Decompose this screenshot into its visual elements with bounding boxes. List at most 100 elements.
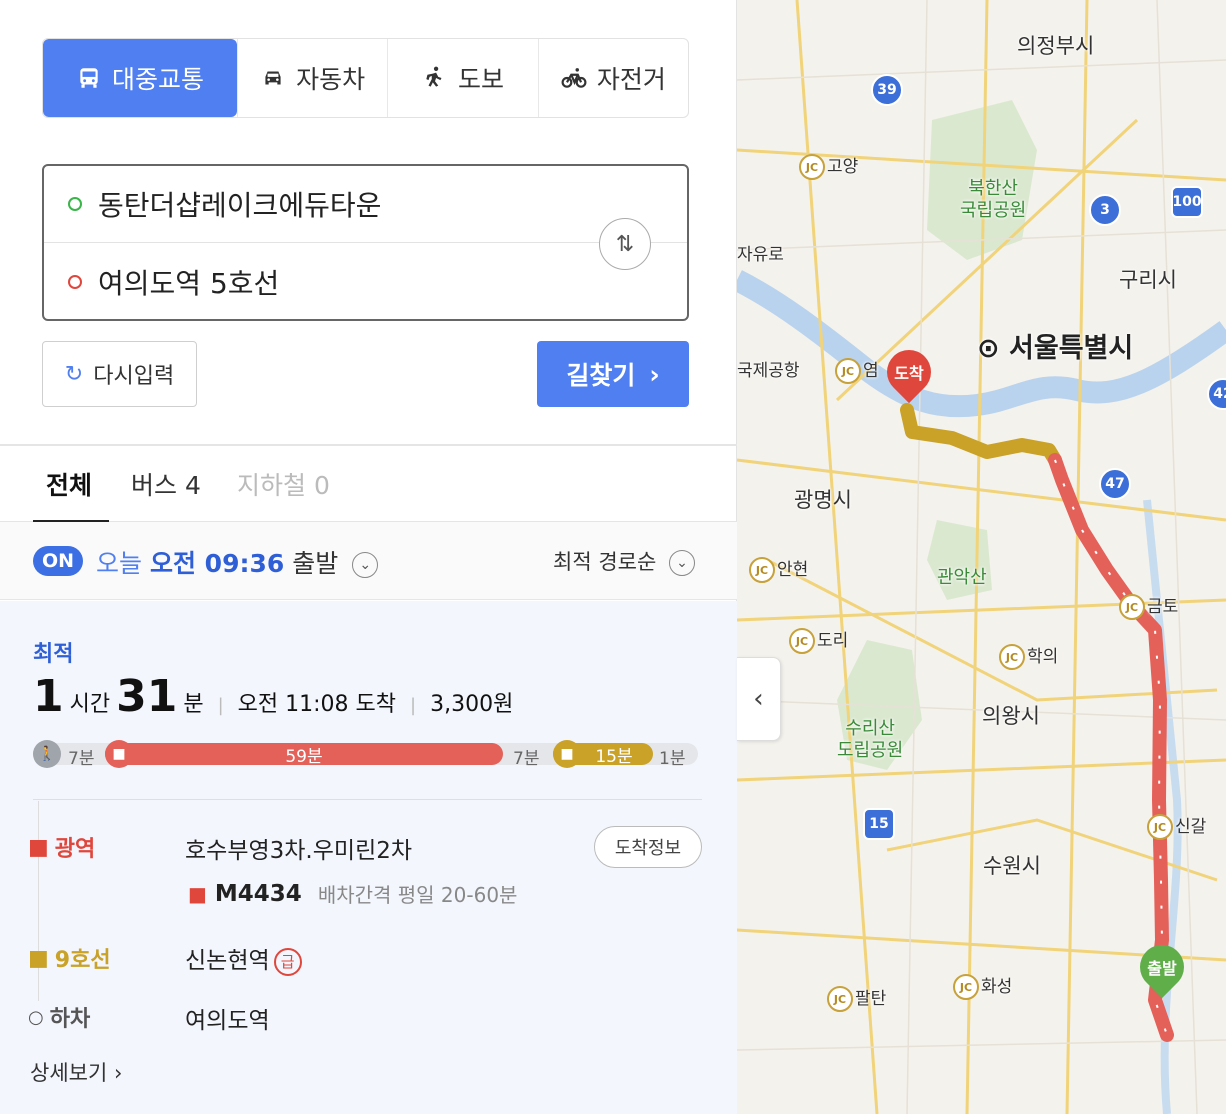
jc-icon: JC: [789, 628, 815, 654]
destination-field[interactable]: 여의도역 5호선: [44, 243, 687, 320]
reset-button[interactable]: ↻ 다시입력: [42, 341, 197, 407]
bus-icon: ■: [28, 834, 49, 860]
search-label: 길찾기: [566, 361, 636, 390]
segment-walk-label: 7분: [68, 749, 95, 769]
bus-icon: [80, 68, 98, 88]
boarding-stop[interactable]: 호수부영3차.우미린2차: [185, 831, 412, 865]
departure-time-selector[interactable]: 오늘 오전 09:36 출발 ⌄: [96, 544, 379, 580]
label-text: 화성: [981, 977, 1013, 997]
start-value: 동탄더샵레이크에듀타운: [98, 189, 382, 222]
subway-icon: ■: [553, 740, 581, 768]
destination-pin-label: 도착: [894, 364, 924, 383]
transfer-stop-name: 신논현역: [185, 948, 270, 974]
route-15-shield: 15: [863, 808, 895, 840]
map-label-goyang: JC 고양: [799, 152, 858, 180]
route-3-shield: 3: [1089, 194, 1121, 226]
step-subway: ■ 9호선: [28, 942, 111, 974]
tab-all[interactable]: 전체: [46, 466, 92, 502]
tab-subway[interactable]: 지하철 0: [237, 466, 330, 502]
bus-number: M4434: [214, 880, 302, 907]
route-summary: 1 시간 31 분 | 오전 11:08 도착 | 3,300원: [33, 671, 513, 722]
departure-time: 오전 09:36: [149, 549, 285, 578]
route-100-shield: 100: [1171, 186, 1203, 218]
step-mode: 하차: [49, 1007, 91, 1032]
destination-value: 여의도역 5호선: [98, 266, 280, 300]
arrival-info-button[interactable]: 도착정보: [594, 826, 702, 868]
label-text: 염: [863, 361, 879, 381]
step-alight: ○ 하차: [28, 1001, 90, 1033]
bus-icon: ■: [105, 740, 133, 768]
express-badge: 급: [273, 947, 302, 976]
walk-icon: 🚶: [33, 740, 61, 768]
refresh-icon: ↻: [64, 361, 84, 387]
subway-icon: ■: [28, 945, 49, 971]
chevron-right-icon: ›: [113, 1061, 123, 1085]
transport-mode-tabs: 대중교통 자동차 도보 자전거: [42, 38, 689, 118]
route-panel: 대중교통 자동차 도보 자전거 동탄더샵레이크에듀타운 여의도역 5호선 ⇅ ↻…: [0, 0, 737, 1114]
label-text: 서울특별시: [1009, 333, 1134, 364]
separator: |: [410, 695, 417, 716]
map-view[interactable]: 의정부시 JC 고양 북한산 국립공원 자유로 구리시 ⊙ 서울특별시 국제공항 …: [737, 0, 1226, 1114]
mode-tab-bicycle[interactable]: 자전거: [537, 39, 688, 117]
departure-prefix: 오늘: [96, 549, 143, 578]
map-label-surisan: 수리산 도립공원: [837, 718, 904, 761]
origin-pin[interactable]: 출발: [1130, 935, 1194, 1005]
jc-icon: JC: [835, 358, 861, 384]
mode-label: 자전거: [596, 65, 666, 94]
mode-label: 대중교통: [111, 65, 204, 94]
hours-unit: 시간: [69, 692, 111, 717]
jc-icon: JC: [1119, 594, 1145, 620]
divider: [33, 799, 702, 800]
realtime-toggle[interactable]: ON: [33, 546, 83, 576]
map-label-dori: JC 도리: [789, 626, 848, 654]
details-link[interactable]: 상세보기 ›: [30, 1057, 122, 1087]
map-label-hagui: JC 학의: [999, 642, 1058, 670]
jc-icon: JC: [953, 974, 979, 1000]
mode-tab-walk[interactable]: 도보: [387, 39, 537, 117]
map-label-anhyeon: JC 안현: [749, 555, 808, 583]
map-label-uiwang: 의왕시: [982, 704, 1040, 728]
transfer-stop[interactable]: 신논현역 급: [185, 941, 302, 976]
map-label-singal: JC 신갈: [1147, 812, 1206, 840]
search-route-button[interactable]: 길찾기 ›: [537, 341, 689, 407]
bus-line[interactable]: ■ M4434 배차간격 평일 20-60분: [188, 879, 517, 908]
tab-bus[interactable]: 버스 4: [131, 466, 201, 502]
circle-icon: ○: [28, 1006, 44, 1028]
map-label-geumto: JC 금토: [1119, 592, 1178, 620]
separator: |: [217, 695, 224, 716]
departure-time-row: ON 오늘 오전 09:36 출발 ⌄ 최적 경로순 ⌄: [0, 522, 737, 600]
bus-interval: 배차간격 평일 20-60분: [317, 883, 518, 907]
end-dot-icon: [68, 274, 82, 289]
departure-suffix: 출발: [292, 549, 339, 578]
mode-tab-car[interactable]: 자동차: [237, 39, 387, 117]
destination-pin[interactable]: 도착: [877, 340, 941, 410]
label-text: 금토: [1147, 597, 1179, 617]
mode-label: 자동차: [296, 65, 366, 94]
start-field[interactable]: 동탄더샵레이크에듀타운: [44, 166, 687, 243]
sort-selector[interactable]: 최적 경로순 ⌄: [553, 546, 695, 576]
swap-button[interactable]: ⇅: [599, 218, 651, 270]
jc-icon: JC: [799, 154, 825, 180]
origin-pin-label: 출발: [1147, 959, 1177, 978]
map-label-jayuro: 자유로: [737, 245, 784, 265]
route-39-shield: 39: [871, 74, 903, 106]
chevron-down-icon: ⌄: [669, 550, 695, 576]
duration-hours: 1: [33, 671, 64, 722]
mode-tab-transit[interactable]: 대중교통: [43, 39, 237, 117]
map-label-hwaseong: JC 화성: [953, 972, 1012, 1000]
map-label-paltan: JC 팔탄: [827, 984, 886, 1012]
chevron-left-icon: ‹: [753, 684, 764, 714]
route-result-card[interactable]: 최적 1 시간 31 분 | 오전 11:08 도착 | 3,300원 🚶 7분…: [0, 601, 737, 1114]
collapse-panel-button[interactable]: ‹: [737, 657, 781, 741]
label-text: 팔탄: [855, 989, 887, 1009]
map-label-uijeongbu: 의정부시: [1017, 34, 1095, 58]
fare: 3,300원: [430, 692, 514, 717]
step-mode: 9호선: [54, 948, 111, 973]
details-label: 상세보기: [30, 1061, 108, 1085]
alight-stop[interactable]: 여의도역: [185, 1001, 270, 1035]
walk-icon: [426, 66, 442, 87]
label-text: 안현: [777, 560, 809, 580]
reset-label: 다시입력: [93, 364, 175, 389]
segment-subway-label: 15분: [595, 746, 633, 767]
map-label-suwon: 수원시: [983, 854, 1041, 878]
